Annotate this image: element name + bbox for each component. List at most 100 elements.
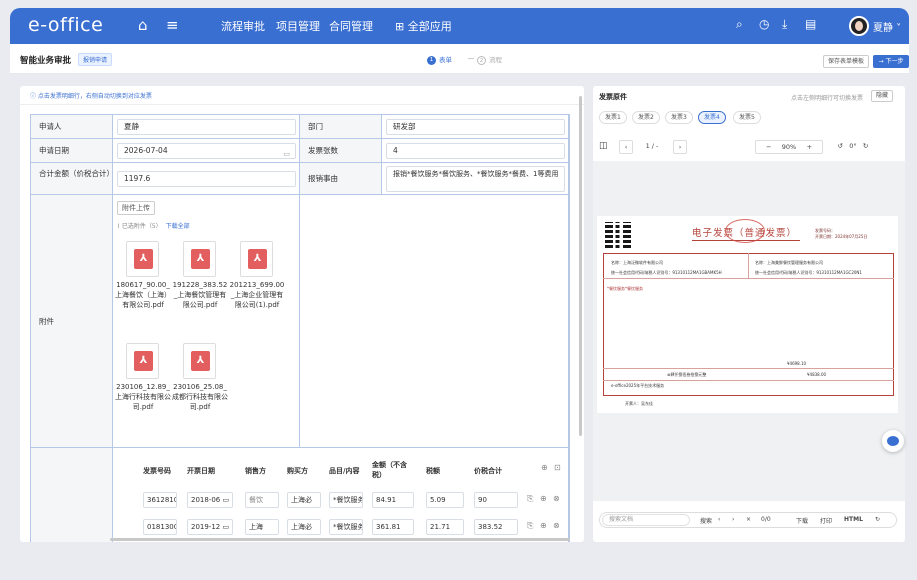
cell-tax[interactable]: 5.09: [426, 492, 464, 508]
cell-seller[interactable]: 上海: [245, 519, 279, 535]
avatar[interactable]: [849, 16, 869, 36]
cell-item[interactable]: *餐饮服务: [329, 519, 363, 535]
next-match-icon[interactable]: ›: [732, 516, 734, 523]
attachment-filename[interactable]: 201213_699.00_上海企业管理有限公司(1).pdf: [228, 280, 286, 310]
upload-attachment-button[interactable]: 附件上传: [117, 201, 155, 215]
print-button[interactable]: 打印: [820, 516, 832, 525]
step-flow[interactable]: 2 流程: [477, 54, 502, 65]
attachment-filename[interactable]: 180617_90.00_上海餐饮（上海）有限公司.pdf: [114, 280, 172, 310]
sidebar-toggle-icon[interactable]: ◫: [599, 141, 608, 151]
assistant-float-button[interactable]: [882, 430, 904, 452]
reason-textarea[interactable]: 报销*餐饮服务*餐饮服务、*餐饮服务*餐费、1等费用: [386, 166, 565, 192]
zoom-out-icon[interactable]: −: [766, 143, 771, 151]
dept-input[interactable]: 研发部: [386, 119, 565, 135]
col-header: 发票号码: [143, 467, 171, 475]
cell-amount[interactable]: 84.91: [372, 492, 414, 508]
nav-link-contracts[interactable]: 合同管理: [329, 18, 373, 34]
date-label: 申请日期: [31, 139, 113, 163]
cell-item[interactable]: *餐饮服务: [329, 492, 363, 508]
cell-total[interactable]: 383.52: [474, 519, 518, 535]
cell-seller[interactable]: 餐饮: [245, 492, 279, 508]
cell-buyer[interactable]: 上海必: [287, 519, 321, 535]
prev-page-button[interactable]: ‹: [619, 140, 633, 154]
total-input[interactable]: 1197.6: [117, 171, 296, 187]
cell-invoice-no[interactable]: 0181300: [143, 519, 177, 535]
add-row-icon[interactable]: ⊕: [540, 521, 547, 530]
vertical-scrollbar[interactable]: [579, 96, 582, 436]
col-header: 税额: [426, 467, 440, 475]
cell-tax[interactable]: 21.71: [426, 519, 464, 535]
zoom-control[interactable]: − 90% +: [755, 140, 823, 154]
invoice-date-label: 开票日期：2024年07月25日: [815, 234, 868, 239]
applicant-input[interactable]: 夏静: [117, 119, 296, 135]
nav-link-projects[interactable]: 项目管理: [276, 18, 320, 34]
cell-invoice-no[interactable]: 3612810: [143, 492, 177, 508]
download-button[interactable]: 下载: [796, 516, 808, 525]
invoice-remark: e-office2025年平台技术服务: [611, 383, 665, 388]
cell-buyer[interactable]: 上海必: [287, 492, 321, 508]
tab-invoice-5[interactable]: 发票5: [733, 111, 761, 124]
attachment-empty-cell: [300, 195, 569, 448]
next-step-button[interactable]: → 下一步: [873, 55, 909, 68]
tab-invoice-4[interactable]: 发票4: [698, 111, 726, 124]
col-header: 购买方: [287, 467, 308, 475]
col-header: 开票日期: [187, 467, 215, 475]
attachment-filename[interactable]: 191228_383.52_上海餐饮管理有限公司.pdf: [171, 280, 229, 310]
expense-form: 申请人 夏静 部门 研发部 申请日期 2026-07-04 ▭ 发票张数 4 合计…: [30, 114, 570, 542]
remove-row-icon[interactable]: ⊗: [553, 494, 560, 503]
download-all-link[interactable]: 下载全部: [166, 223, 190, 230]
html-button[interactable]: HTML: [844, 516, 863, 523]
save-template-button[interactable]: 保存表单模板: [823, 55, 869, 68]
rotate-left-icon[interactable]: ↺: [838, 142, 843, 150]
count-input[interactable]: 4: [386, 143, 565, 159]
clock-icon[interactable]: ◷: [759, 17, 769, 31]
copy-row-icon[interactable]: ⎘: [527, 494, 533, 504]
tab-invoice-2[interactable]: 发票2: [632, 111, 660, 124]
attachment-filename[interactable]: 230106_12.89_上海行科技有限公司.pdf: [114, 382, 172, 412]
username[interactable]: 夏静 ˅: [873, 19, 901, 34]
next-page-button[interactable]: ›: [673, 140, 687, 154]
date-input[interactable]: 2026-07-04 ▭: [117, 143, 296, 159]
document-search-input[interactable]: 搜索文档: [602, 514, 690, 526]
search-icon[interactable]: ⌕: [736, 17, 743, 32]
nav-all-apps[interactable]: ⊞ 全部应用: [395, 18, 452, 34]
pdf-file-icon[interactable]: ⅄: [183, 343, 216, 379]
step-form[interactable]: 1 表单: [427, 54, 452, 65]
pdf-file-icon[interactable]: ⅄: [126, 241, 159, 277]
hide-button[interactable]: 隐藏: [871, 90, 893, 102]
cell-amount[interactable]: 361.81: [372, 519, 414, 535]
horizontal-scrollbar[interactable]: [110, 538, 570, 541]
col-header: 金额（不含税）: [372, 461, 407, 479]
rotate-right-icon[interactable]: ↻: [863, 142, 868, 150]
cell-date[interactable]: 2019-12 ▭: [187, 519, 233, 535]
home-icon[interactable]: ⌂: [138, 15, 148, 35]
remove-row-icon[interactable]: ⊗: [553, 521, 560, 530]
cell-date[interactable]: 2018-06 ▭: [187, 492, 233, 508]
add-row-icon[interactable]: ⊕: [541, 463, 548, 472]
dept-label: 部门: [300, 115, 382, 139]
cell-total[interactable]: 90: [474, 492, 518, 508]
copy-row-icon[interactable]: ⎘: [527, 521, 533, 531]
tab-invoice-3[interactable]: 发票3: [665, 111, 693, 124]
nav-link-approval[interactable]: 流程审批: [221, 18, 265, 34]
pdf-file-icon[interactable]: ⅄: [126, 343, 159, 379]
col-header: 销售方: [245, 467, 266, 475]
add-row-icon[interactable]: ⊕: [540, 494, 547, 503]
document-icon[interactable]: ▤: [805, 17, 816, 31]
zoom-in-icon[interactable]: +: [807, 143, 812, 151]
tab-invoice-1[interactable]: 发票1: [599, 111, 627, 124]
download-icon[interactable]: ⤓: [782, 17, 787, 32]
prev-match-icon[interactable]: ‹: [718, 516, 720, 523]
rotate-control[interactable]: ↺ 0° ↻: [829, 140, 877, 154]
import-icon[interactable]: ⊡: [554, 463, 561, 472]
menu-icon[interactable]: ≡: [166, 15, 179, 35]
attachment-filename[interactable]: 230106_25.08_成都行科技有限公司.pdf: [171, 382, 229, 412]
search-button[interactable]: 搜索: [700, 516, 712, 525]
app-logo[interactable]: e-office: [28, 14, 103, 36]
seller-tax-id: 统一社会信用代码/纳税人识别号：91310112MA1GC20N1: [755, 270, 862, 275]
pdf-file-icon[interactable]: ⅄: [183, 241, 216, 277]
refresh-icon[interactable]: ↻: [875, 516, 880, 523]
close-search-icon[interactable]: ×: [746, 516, 751, 523]
pdf-file-icon[interactable]: ⅄: [240, 241, 273, 277]
form-type-tag: 报销申请: [78, 53, 113, 66]
